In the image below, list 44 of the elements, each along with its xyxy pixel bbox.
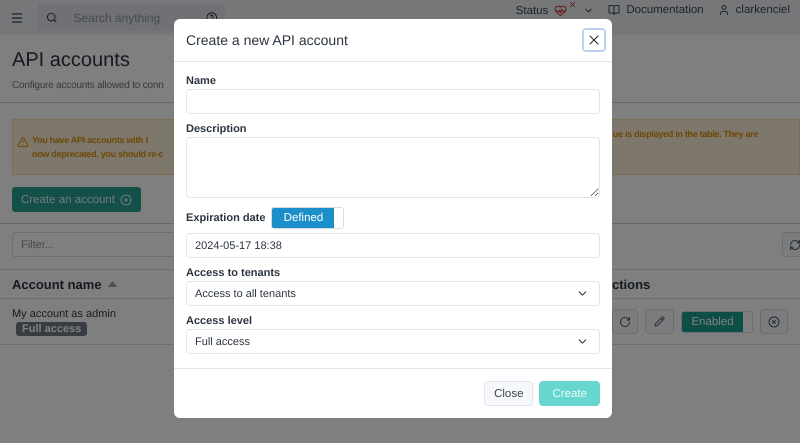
close-button[interactable]	[582, 28, 606, 52]
column-header[interactable]: Account name	[12, 276, 102, 292]
warning-text: now deprecated, you should re-c	[32, 149, 164, 159]
access-badge: Full access	[16, 322, 88, 336]
field-label: Description	[186, 123, 248, 135]
sort-up-icon	[108, 281, 117, 287]
warning-text: You have API accounts with t	[32, 135, 150, 145]
select-field[interactable]: Access to all tenants	[186, 281, 600, 306]
date-field[interactable]: 2024-05-17 18:38	[186, 233, 600, 258]
pencil-icon	[654, 316, 665, 327]
page-title: API accounts	[12, 49, 131, 72]
plus-icon	[120, 194, 132, 206]
dialog-title: Create a new API account	[186, 32, 348, 48]
defined-toggle[interactable]: Defined	[271, 207, 344, 229]
heart-icon	[554, 4, 568, 17]
delete-button[interactable]	[760, 309, 788, 334]
user-icon	[718, 4, 730, 16]
account-name: My account as admin	[12, 308, 116, 320]
description-field[interactable]	[186, 137, 600, 198]
search-icon	[46, 11, 58, 24]
enabled-toggle[interactable]: Enabled	[681, 310, 753, 332]
delete-icon	[768, 316, 780, 328]
menu-icon[interactable]	[10, 10, 24, 24]
field-label: Access to tenants	[186, 267, 282, 279]
name-field[interactable]	[186, 89, 600, 114]
refresh-icon	[789, 238, 800, 250]
regenerate-button[interactable]	[612, 309, 638, 334]
warning-text: ue is displayed in the table. They are	[613, 128, 760, 139]
column-header: ctions	[612, 276, 652, 292]
close-dialog-button[interactable]: Close	[484, 381, 534, 406]
status-link[interactable]: Status	[516, 4, 548, 16]
rotate-icon	[619, 316, 631, 328]
warning-icon	[17, 136, 29, 148]
edit-button[interactable]	[645, 309, 674, 334]
user-link[interactable]: clarkenciel	[736, 4, 790, 16]
page-subtitle: Configure accounts allowed to conn	[12, 80, 164, 91]
documentation-link[interactable]: Documentation	[626, 4, 704, 16]
book-icon	[608, 4, 620, 16]
field-label: Access level	[186, 315, 254, 327]
select-field[interactable]: Full access	[186, 329, 600, 354]
field-label: Expiration date	[186, 212, 266, 224]
field-label: Name	[186, 75, 217, 87]
create-account-button[interactable]: Create an account	[12, 187, 141, 212]
error-icon	[568, 0, 578, 9]
